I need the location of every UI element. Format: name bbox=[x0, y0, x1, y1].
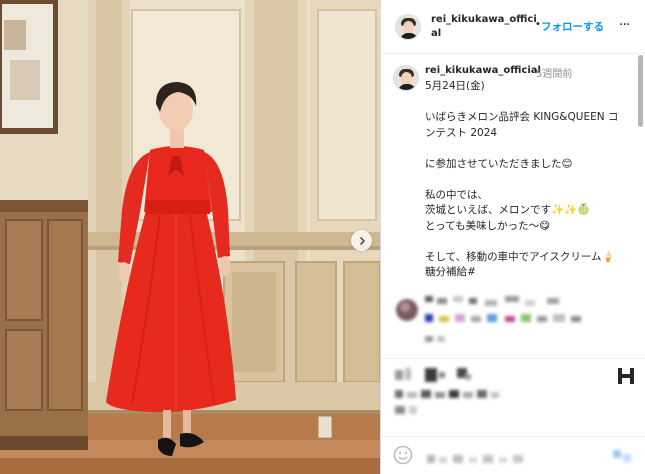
bookmark-icon[interactable] bbox=[617, 367, 635, 385]
caption-timestamp[interactable]: 5週間前 bbox=[536, 65, 572, 80]
post-side-panel: rei_kikukawa_official • フォローする ··· rei_k… bbox=[380, 0, 645, 474]
post-header: rei_kikukawa_official • フォローする ··· bbox=[381, 0, 645, 54]
photo-image bbox=[0, 0, 380, 474]
blurred-action-icons[interactable] bbox=[395, 366, 475, 392]
author-username[interactable]: rei_kikukawa_official bbox=[431, 13, 543, 41]
author-avatar[interactable] bbox=[395, 14, 421, 40]
smiley-icon[interactable] bbox=[393, 445, 413, 465]
post-photo[interactable] bbox=[0, 0, 380, 474]
follow-button[interactable]: フォローする bbox=[541, 19, 604, 34]
next-photo-button[interactable] bbox=[351, 230, 372, 251]
blurred-likes bbox=[395, 390, 505, 428]
scrollbar-thumb[interactable] bbox=[638, 55, 643, 127]
more-options-button[interactable]: ··· bbox=[619, 17, 630, 33]
caption-username[interactable]: rei_kikukawa_official bbox=[425, 65, 541, 76]
caption-scrollbar[interactable] bbox=[637, 55, 644, 355]
comment-input-divider bbox=[381, 436, 645, 437]
actions-divider bbox=[381, 358, 645, 359]
blurred-comment bbox=[425, 296, 615, 354]
ellipsis-icon: ··· bbox=[619, 17, 630, 33]
caption-avatar[interactable] bbox=[393, 65, 419, 91]
caption-text: 5月24日(金) いばらきメロン品評会 KING&QUEEN コンテスト 202… bbox=[425, 80, 619, 278]
comment-avatar bbox=[395, 298, 419, 326]
blurred-post-button[interactable] bbox=[613, 450, 635, 470]
chevron-right-icon bbox=[359, 236, 365, 245]
blurred-comment-input[interactable] bbox=[427, 452, 547, 471]
